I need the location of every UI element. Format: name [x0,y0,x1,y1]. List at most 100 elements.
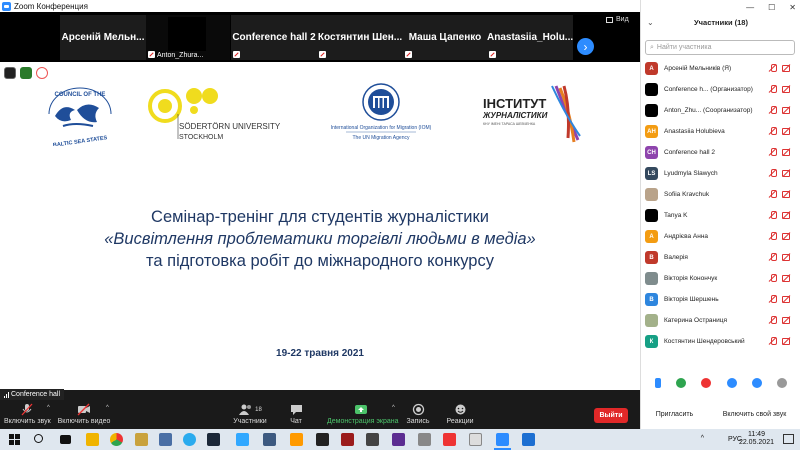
video-tile[interactable]: Anastasiia_Holu... [487,15,573,60]
more-icon[interactable] [777,378,788,388]
share-options-caret[interactable]: ^ [392,405,395,411]
app-icon[interactable] [366,433,379,446]
app-icon[interactable] [135,433,148,446]
svg-text:BALTIC SEA STATES: BALTIC SEA STATES [53,135,108,146]
chat-label: Чат [290,418,302,425]
record-button[interactable]: Запись [406,403,430,425]
no-icon[interactable] [701,378,712,388]
participant-row[interactable]: А Андрієва Анна [641,226,800,247]
participants-count: 18 [255,406,262,413]
unmute-me-button[interactable]: Включить свой звук [717,408,793,421]
chat-button[interactable]: Чат [286,403,306,425]
participant-status [769,253,791,261]
app-icon[interactable] [341,433,354,446]
raise-hand-icon[interactable] [654,378,661,388]
share-screen-icon [327,403,395,416]
participant-row[interactable]: LS Lyudmyla Slawych [641,163,800,184]
participant-row[interactable]: AH Anastasiia Holubieva [641,121,800,142]
info-icon[interactable] [4,67,16,79]
participant-row[interactable]: Conference h... (Организатор) [641,79,800,100]
cbss-logo: COUNCIL OF THE BALTIC SEA STATES [48,87,112,146]
video-off-icon [57,403,111,416]
participant-row[interactable]: А Арсеній Мельників (Я) [641,58,800,79]
avatar [645,104,658,117]
sodertorn-city: STOCKHOLM [179,134,223,141]
institute-logo: ІНСТИТУТ ЖУРНАЛІСТИКИ КНУ ІМЕНІ ТАРАСА Ш… [482,85,581,143]
search-icon[interactable] [34,434,43,443]
visual-studio-icon[interactable] [392,433,405,446]
reactions-button[interactable]: Реакции [445,403,475,425]
participants-button[interactable]: 18 Участники [232,403,268,425]
notifications-icon[interactable] [783,434,794,444]
system-clock[interactable]: 11:49 22.05.2021 [739,431,774,447]
presenter-label: Conference hall [0,389,65,400]
participant-row[interactable]: CH Conference hall 2 [641,142,800,163]
participant-row[interactable]: В Валерія [641,247,800,268]
participant-row[interactable]: Tanya K [641,205,800,226]
minimize-icon[interactable]: — [746,3,754,12]
share-screen-button[interactable]: Демонстрация экрана [327,403,399,425]
photoshop-icon[interactable] [236,433,249,446]
record-icon [36,67,48,79]
audio-options-caret[interactable]: ^ [47,405,50,411]
app-icon[interactable] [159,433,172,446]
file-explorer-icon[interactable] [86,433,99,446]
start-button[interactable] [8,433,21,446]
muted-mic-icon [769,211,777,219]
video-off-icon [782,316,791,324]
avatar [645,188,658,201]
tile-name: Костянтин Шен... [317,32,403,43]
app-icon[interactable] [316,433,329,446]
start-video-button[interactable]: Включить видео [57,403,111,425]
unmute-button[interactable]: Включить звук [4,403,51,425]
slower-icon[interactable] [726,378,737,388]
participant-row[interactable]: Anton_Zhu... (Соорганизатор) [641,100,800,121]
headline-line: «Висвітлення проблематики торгівлі людьм… [104,230,536,248]
yes-icon[interactable] [675,378,686,388]
faster-icon[interactable] [751,378,762,388]
participant-row[interactable]: К Костянтин Шендеровський [641,331,800,352]
participant-row[interactable]: В Вікторія Шершень [641,289,800,310]
app-icon[interactable] [443,433,456,446]
avatar [645,209,658,222]
video-off-icon [782,85,791,93]
video-tile[interactable]: Костянтин Шен... [317,15,403,60]
shield-icon[interactable] [20,67,32,79]
participant-row[interactable]: Катерина Остраниця [641,310,800,331]
reactions-icon [445,403,475,416]
next-page-button[interactable]: › [577,38,594,55]
video-off-icon [782,148,791,156]
app-icon[interactable] [418,433,431,446]
tray-chevron-icon[interactable]: ^ [701,435,704,442]
view-button[interactable]: Вид [606,16,629,23]
iom-subtitle: The UN Migration Agency [353,135,410,141]
chrome-icon[interactable] [110,433,123,446]
participant-status [769,106,791,114]
app-icon[interactable] [469,433,482,446]
video-tile[interactable]: Conference hall 2 [231,15,317,60]
share-status-icons [4,67,48,79]
svg-text:COUNCIL OF THE: COUNCIL OF THE [55,92,106,98]
avatar: CH [645,146,658,159]
steam-icon[interactable] [207,433,220,446]
participant-search-input[interactable]: ⌕ Найти участника [645,40,795,55]
leave-button[interactable]: Выйти [594,408,628,423]
participant-row[interactable]: Вікторія Конончук [641,268,800,289]
lightroom-icon[interactable] [263,433,276,446]
panel-title: Участники (18) [694,18,748,27]
video-options-caret[interactable]: ^ [106,405,109,411]
task-view-icon[interactable] [60,435,71,444]
video-off-icon [782,274,791,282]
video-tile[interactable]: Арсеній Мельн... [60,15,146,60]
muted-mic-icon [769,148,777,156]
maximize-icon[interactable]: ☐ [768,3,775,12]
participant-row[interactable]: Sofiia Kravchuk [641,184,800,205]
telegram-icon[interactable] [183,433,196,446]
zoom-taskbar-icon[interactable] [494,433,511,450]
close-icon[interactable]: ✕ [789,3,796,12]
invite-button[interactable]: Пригласить [650,408,699,421]
illustrator-icon[interactable] [290,433,303,446]
video-tile[interactable]: Маша Цапенко [403,15,487,60]
video-tile[interactable]: Anton_Zhura... [146,15,230,60]
app-icon[interactable] [522,433,535,446]
